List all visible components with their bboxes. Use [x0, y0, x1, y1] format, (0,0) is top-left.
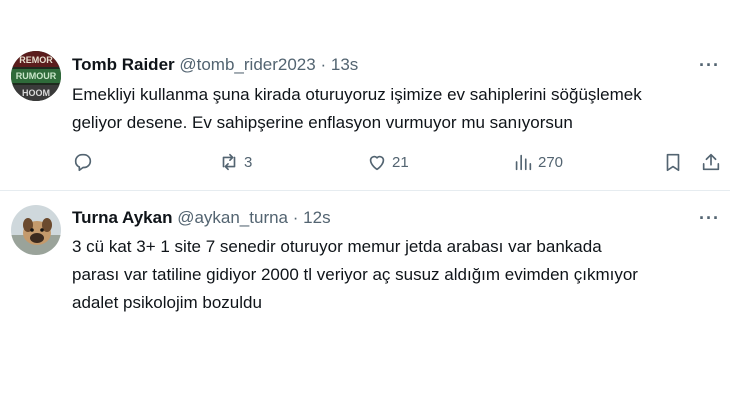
svg-text:REMOR: REMOR: [19, 55, 53, 65]
retweet-button[interactable]: 3: [218, 148, 252, 176]
svg-text:RUMOUR: RUMOUR: [16, 71, 57, 81]
avatar[interactable]: REMOR RUMOUR HOOM: [11, 51, 61, 101]
like-count: 21: [392, 153, 409, 171]
svg-text:HOOM: HOOM: [22, 88, 50, 98]
like-button[interactable]: 21: [366, 148, 409, 176]
more-options-icon[interactable]: ···: [699, 206, 720, 230]
separator: ·: [320, 55, 327, 74]
share-button[interactable]: [700, 148, 722, 176]
tweet-card[interactable]: Turna Aykan @aykan_turna · 12s ··· 3 cü …: [0, 191, 730, 420]
display-name[interactable]: Tomb Raider: [72, 55, 175, 74]
view-count: 270: [538, 153, 564, 171]
display-name[interactable]: Turna Aykan: [72, 208, 172, 227]
bookmark-button[interactable]: [662, 148, 684, 176]
user-handle[interactable]: @tomb_rider2023: [179, 55, 315, 74]
avatar[interactable]: [11, 205, 61, 255]
heart-icon: [369, 155, 385, 171]
analytics-icon: [515, 154, 532, 171]
user-handle[interactable]: @aykan_turna: [177, 208, 288, 227]
retweet-count: 3: [244, 153, 253, 171]
views-button[interactable]: 270: [512, 148, 563, 176]
tweet-card[interactable]: REMOR RUMOUR HOOM Tomb Raider @tomb_ride…: [0, 0, 730, 191]
tweet-text: Emekliyi kullanma şuna kirada oturuyoruz…: [72, 85, 642, 132]
tweet-text: 3 cü kat 3+ 1 site 7 senedir oturuyor me…: [72, 237, 638, 312]
more-options-icon[interactable]: ···: [699, 53, 720, 77]
separator: ·: [292, 208, 299, 227]
retweet-icon: [222, 153, 236, 171]
timestamp[interactable]: 12s: [303, 208, 330, 227]
timestamp[interactable]: 13s: [331, 55, 358, 74]
reply-button[interactable]: [72, 148, 94, 176]
share-icon: [702, 153, 720, 171]
tweet-actions: 3 21 270: [72, 148, 722, 176]
tweet-header: Tomb Raider @tomb_rider2023 · 13s ···: [72, 53, 730, 77]
tweet-header: Turna Aykan @aykan_turna · 12s ···: [72, 206, 730, 230]
reply-icon: [74, 153, 92, 172]
bookmark-icon: [666, 153, 680, 172]
